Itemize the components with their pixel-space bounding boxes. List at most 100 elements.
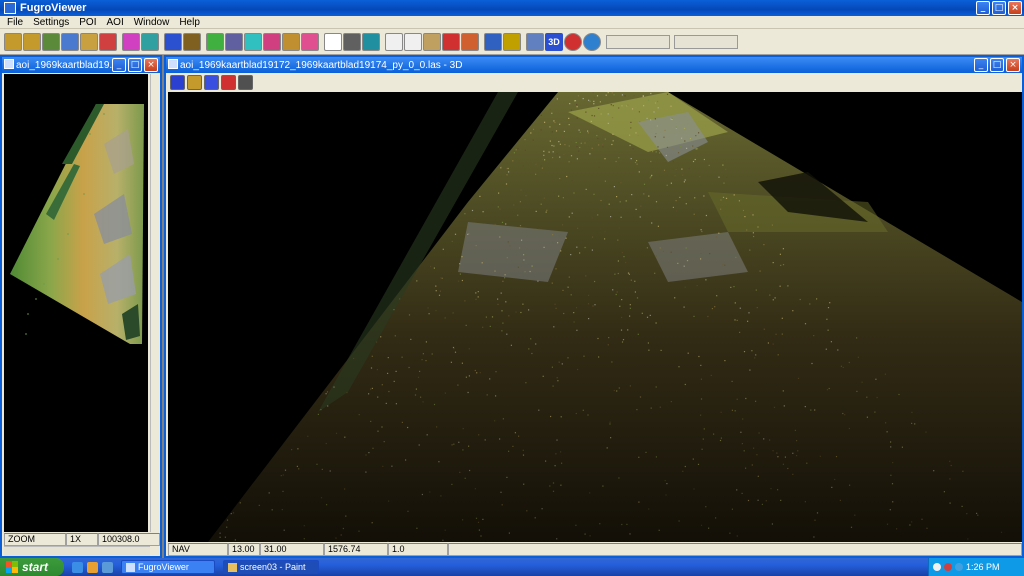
menu-aoi[interactable]: AOI [102, 17, 129, 28]
quick-launch [72, 561, 113, 573]
taskbar-item-label: screen03 - Paint [240, 562, 306, 572]
aoi-2d-horizontal-scrollbar[interactable] [4, 546, 150, 556]
line-icon[interactable] [225, 32, 243, 51]
aoi-2d-status-bar: ZOOM 1X 100308.0 [4, 533, 160, 546]
layer-edit-icon[interactable] [61, 32, 79, 51]
maximize-button[interactable]: □ [992, 1, 1006, 15]
system-tray: 1:26 PM [928, 558, 1024, 576]
zoom-label: ZOOM [4, 533, 66, 546]
mdi-workspace: aoi_1969kaartblad19... _ □ × ZOOM 1X 100… [0, 55, 1024, 558]
start-label: start [22, 560, 49, 574]
minimize-button[interactable]: _ [112, 58, 126, 72]
fugroviewer-main-window: FugroViewer _ □ × File Settings POI AOI … [0, 0, 1024, 558]
layer-add-icon[interactable] [42, 32, 60, 51]
las-3d-titlebar[interactable]: aoi_1969kaartblad19172_1969kaartblad1917… [166, 57, 1022, 73]
view-3d-button[interactable]: 3D [545, 32, 563, 51]
network-icon[interactable] [933, 563, 941, 571]
close-button[interactable]: × [1006, 58, 1020, 72]
las-3d-window-controls: _ □ × [974, 58, 1020, 72]
refresh-icon[interactable] [583, 32, 601, 51]
arrow-down-icon[interactable] [204, 74, 219, 90]
aoi-2d-vertical-scrollbar[interactable] [150, 74, 160, 532]
media-player-icon[interactable] [87, 561, 98, 573]
las-3d-toolbar [166, 73, 1022, 91]
pan-hand-icon[interactable] [385, 32, 403, 51]
windows-logo-icon [6, 561, 18, 573]
grid-icon[interactable] [99, 32, 117, 51]
taskbar-item-label: FugroViewer [138, 562, 189, 572]
minimize-button[interactable]: _ [976, 1, 990, 15]
rgb-points-icon[interactable] [206, 32, 224, 51]
las-3d-status-bar: NAV 13.00 31.00 1576.74 1.0 [168, 543, 1022, 556]
nav-mode: NAV [168, 543, 228, 556]
menu-window[interactable]: Window [129, 17, 175, 28]
window-icon [4, 59, 14, 69]
poi-pin-icon[interactable] [442, 32, 460, 51]
maximize-button[interactable]: □ [128, 58, 142, 72]
zoom-icon[interactable] [404, 32, 422, 51]
security-icon[interactable] [944, 563, 952, 571]
menu-help[interactable]: Help [174, 17, 205, 28]
app-titlebar[interactable]: FugroViewer _ □ × [0, 0, 1024, 16]
dots-grid-icon[interactable] [343, 32, 361, 51]
start-button[interactable]: start [0, 558, 64, 576]
pencil-icon[interactable] [526, 32, 544, 51]
clock[interactable]: 1:26 PM [966, 562, 1000, 572]
pitch-value: 31.00 [260, 543, 324, 556]
open-folder-icon[interactable] [4, 32, 22, 51]
elevation-icon[interactable] [141, 32, 159, 51]
aoi-2d-map-view[interactable] [4, 74, 148, 532]
home-icon[interactable] [170, 74, 185, 90]
profile-icon[interactable] [164, 32, 182, 51]
surface-icon[interactable] [183, 32, 201, 51]
tin-icon[interactable] [362, 32, 380, 51]
app-window-controls: _ □ × [976, 1, 1022, 15]
window-icon [168, 59, 178, 69]
color-wheel-icon[interactable] [122, 32, 140, 51]
toolbar-progress-field-1 [606, 34, 670, 49]
show-desktop-icon[interactable] [102, 561, 113, 573]
toolbar-progress-field-2 [674, 34, 738, 49]
status-empty [448, 543, 1022, 556]
volume-icon[interactable] [955, 563, 963, 571]
arrow-up-icon[interactable] [221, 74, 236, 90]
aoi-2d-raster [10, 104, 144, 344]
zoom-level: 1X [66, 533, 98, 546]
main-toolbar: 3D [0, 29, 1024, 55]
open-file-icon[interactable] [23, 32, 41, 51]
measure-icon[interactable] [461, 32, 479, 51]
close-button[interactable]: × [1008, 1, 1022, 15]
taskbar-item-fugroviewer[interactable]: FugroViewer [121, 560, 215, 574]
help-icon[interactable] [484, 32, 502, 51]
las-3d-title: aoi_1969kaartblad19172_1969kaartblad1917… [180, 59, 463, 71]
rainbow-icon[interactable] [301, 32, 319, 51]
scale-value: 100308.0 [98, 533, 160, 546]
menu-poi[interactable]: POI [74, 17, 101, 28]
split-view-icon[interactable] [238, 74, 253, 90]
ruler-icon[interactable] [503, 32, 521, 51]
paint-task-icon [228, 562, 237, 572]
palette-icon[interactable] [80, 32, 98, 51]
maximize-button[interactable]: □ [990, 58, 1004, 72]
app-title: FugroViewer [20, 2, 87, 14]
classification-icon[interactable] [282, 32, 300, 51]
menu-settings[interactable]: Settings [28, 17, 74, 28]
internet-explorer-icon[interactable] [72, 561, 83, 573]
point-cloud-3d-view[interactable] [168, 92, 1022, 542]
color-ramp-icon[interactable] [244, 32, 262, 51]
points-icon[interactable] [324, 32, 342, 51]
intensity-icon[interactable] [263, 32, 281, 51]
heading-value: 13.00 [228, 543, 260, 556]
menu-bar: File Settings POI AOI Window Help [0, 16, 1024, 29]
aoi-2d-window-controls: _ □ × [112, 58, 158, 72]
aoi-2d-titlebar[interactable]: aoi_1969kaartblad19... _ □ × [2, 57, 160, 73]
close-button[interactable]: × [144, 58, 158, 72]
exaggeration-value: 1.0 [388, 543, 448, 556]
taskbar-item-paint[interactable]: screen03 - Paint [223, 560, 319, 574]
minimize-button[interactable]: _ [974, 58, 988, 72]
menu-file[interactable]: File [2, 17, 28, 28]
stop-icon[interactable] [564, 32, 582, 51]
select-icon[interactable] [423, 32, 441, 51]
app-icon [4, 2, 16, 14]
export-icon[interactable] [187, 74, 202, 90]
